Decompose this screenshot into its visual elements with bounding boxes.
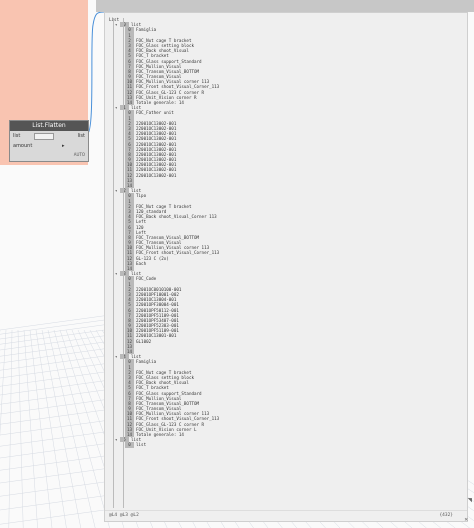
chevron-right-icon[interactable]: ▸ — [62, 141, 65, 151]
node-footer: AUTO — [10, 151, 88, 161]
workspace-canvas[interactable]: List.Flatten list list amount ▸ AUTO Lis… — [0, 0, 474, 528]
input-value-box[interactable] — [34, 133, 54, 140]
preview-list[interactable]: List ▾ 0 list 0 Famiglia 1 2 FOC_Nut cage T bra… — [109, 17, 463, 509]
index-badge: 0 — [125, 442, 134, 448]
close-icon[interactable]: ✕ — [464, 516, 468, 523]
input-port-list[interactable]: list — [13, 131, 20, 141]
item-count: {432} — [439, 513, 453, 518]
output-port-list[interactable]: list — [78, 131, 85, 141]
tree-guide-line — [123, 18, 124, 508]
preview-top-bar — [96, 0, 474, 12]
list-item: 0 list — [109, 442, 463, 448]
level-indicators[interactable]: @L4 @L3 @L2 — [109, 511, 139, 521]
list-flatten-node[interactable]: List.Flatten list list amount ▸ AUTO — [9, 120, 89, 162]
pin-icon[interactable]: ◥ — [468, 496, 472, 504]
preview-bubble[interactable]: List ▾ 0 list 0 Famiglia 1 2 FOC_Nut cage T bra… — [104, 12, 468, 522]
input-port-amount[interactable]: amount — [13, 141, 32, 151]
item-text: list — [136, 442, 147, 448]
node-row-list: list list — [10, 131, 88, 141]
node-title: List.Flatten — [10, 121, 88, 131]
lacing-label[interactable]: AUTO — [74, 150, 85, 160]
tree-guide-line — [113, 18, 114, 508]
preview-footer: @L4 @L3 @L2 {432} — [105, 510, 467, 521]
